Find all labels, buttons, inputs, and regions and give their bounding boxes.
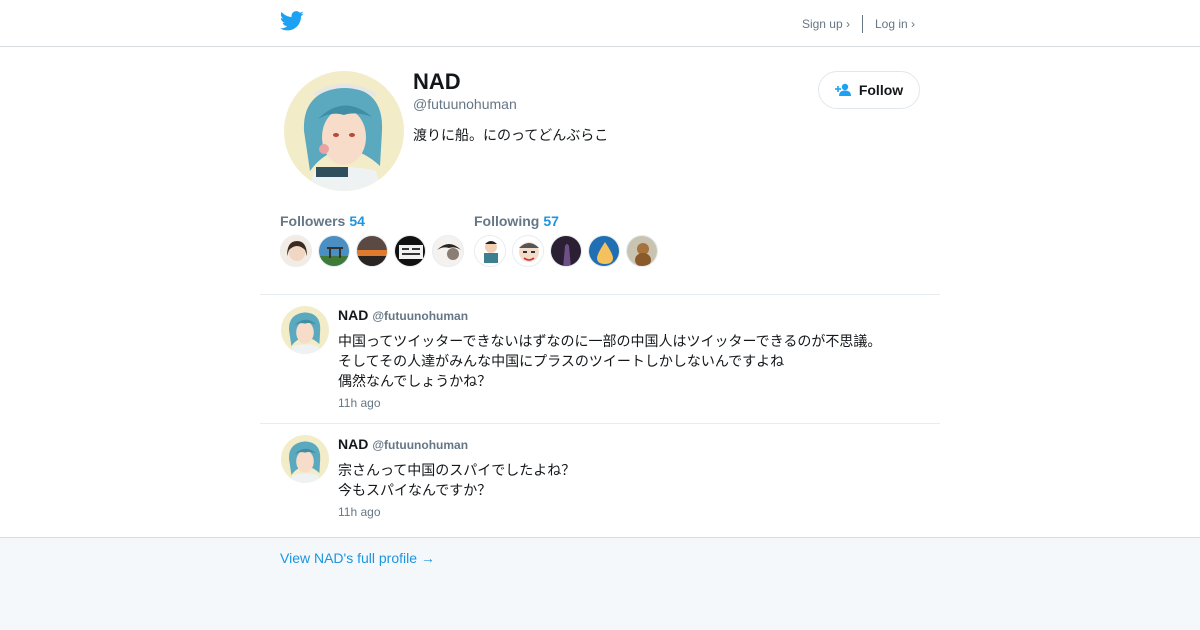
divider bbox=[260, 423, 940, 424]
tweet[interactable]: NAD @futuunohuman 中国ってツイッターできないはずなのに一部の中国… bbox=[260, 306, 940, 423]
followers-count: 54 bbox=[349, 213, 365, 229]
add-user-icon bbox=[834, 83, 851, 96]
tweet-author-handle: @futuunohuman bbox=[372, 309, 469, 323]
tweet-author-name: NAD bbox=[338, 436, 369, 452]
following-stat[interactable]: Following 57 bbox=[474, 213, 559, 229]
auth-links: Sign up › Log in › bbox=[802, 15, 915, 33]
followers-label: Followers bbox=[280, 213, 346, 229]
tweet-timestamp[interactable]: 11h ago bbox=[338, 505, 381, 519]
tweet-avatar[interactable] bbox=[281, 435, 329, 483]
following-count: 57 bbox=[543, 213, 559, 229]
follow-button-label: Follow bbox=[858, 82, 904, 98]
tweet-timestamp[interactable]: 11h ago bbox=[338, 396, 381, 410]
profile-avatar[interactable] bbox=[284, 71, 404, 191]
tweet[interactable]: NAD @futuunohuman 宗さんって中国のスパイでしたよね？ 今もスパイ… bbox=[260, 435, 940, 535]
profile-bio: 渡りに船。にのってどんぶらこ bbox=[413, 127, 609, 143]
following-avatar[interactable] bbox=[626, 235, 658, 267]
divider bbox=[260, 294, 940, 295]
following-avatar[interactable] bbox=[474, 235, 506, 267]
twitter-bird-icon[interactable] bbox=[280, 11, 304, 31]
follower-avatar[interactable] bbox=[356, 235, 388, 267]
tweet-avatar[interactable] bbox=[281, 306, 329, 354]
following-avatar[interactable] bbox=[588, 235, 620, 267]
tweet-text-line: 今もスパイなんですか？ bbox=[338, 482, 492, 498]
signup-link[interactable]: Sign up › bbox=[802, 17, 850, 31]
profile-handle: @futuunohuman bbox=[413, 96, 517, 112]
top-bar-inner: Sign up › Log in › bbox=[280, 0, 920, 46]
profile-avatar-image bbox=[284, 71, 404, 191]
login-link[interactable]: Log in › bbox=[875, 17, 915, 31]
following-avatar[interactable] bbox=[512, 235, 544, 267]
tweet-author[interactable]: NAD @futuunohuman bbox=[338, 307, 468, 323]
followers-stat[interactable]: Followers 54 bbox=[280, 213, 365, 229]
tweet-author[interactable]: NAD @futuunohuman bbox=[338, 436, 468, 452]
tweet-text-line: 宗さんって中国のスパイでしたよね？ bbox=[338, 462, 576, 478]
following-avatar[interactable] bbox=[550, 235, 582, 267]
follower-avatar[interactable] bbox=[318, 235, 350, 267]
profile-name: NAD bbox=[413, 69, 461, 94]
following-label: Following bbox=[474, 213, 540, 229]
tweet-author-name: NAD bbox=[338, 307, 369, 323]
footer: View NAD's full profile → bbox=[0, 537, 1200, 630]
profile-card: NAD @futuunohuman 渡りに船。にのってどんぶらこ Follow … bbox=[260, 47, 940, 537]
auth-separator bbox=[861, 15, 863, 33]
follower-avatar[interactable] bbox=[394, 235, 426, 267]
tweet-text-line: 偶然なんでしょうかね？ bbox=[338, 373, 492, 389]
top-bar: Sign up › Log in › bbox=[0, 0, 1200, 47]
following-avatars bbox=[474, 235, 664, 267]
tweet-text-line: そしてその人達がみんな中国にプラスのツイートしかしないんですよね bbox=[338, 353, 785, 369]
follower-avatar[interactable] bbox=[432, 235, 464, 267]
tweet-text-line: 中国ってツイッターできないはずなのに一部の中国人はツイッターできるのが不思議。 bbox=[338, 333, 882, 349]
follower-avatar[interactable] bbox=[280, 235, 312, 267]
full-profile-link[interactable]: View NAD's full profile → bbox=[280, 550, 435, 566]
followers-avatars bbox=[280, 235, 470, 267]
follow-button[interactable]: Follow bbox=[818, 71, 920, 109]
tweet-author-handle: @futuunohuman bbox=[372, 438, 469, 452]
